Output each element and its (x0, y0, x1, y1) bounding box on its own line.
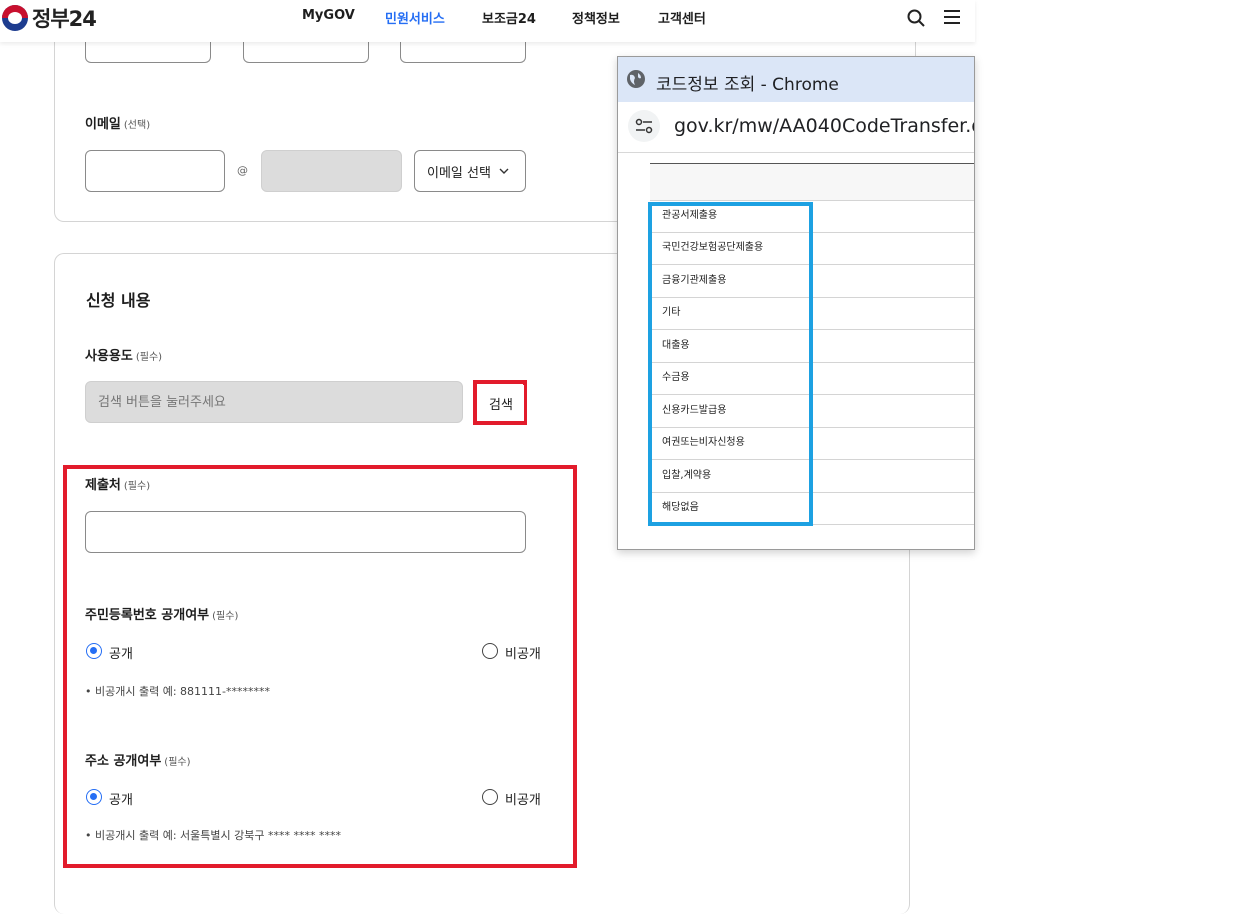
rrn-public-label: 공개 (109, 647, 133, 662)
usage-label: 사용용도 (필수) (85, 349, 163, 364)
email-domain-select[interactable]: 이메일 선택 (414, 150, 526, 192)
application-title: 신청 내용 (86, 291, 151, 310)
list-header (650, 163, 974, 201)
logo-text: 정부24 (32, 7, 97, 31)
rrn-private-radio[interactable] (482, 643, 498, 659)
popup-address-bar[interactable]: gov.kr/mw/AA040CodeTransfer.d (618, 102, 975, 153)
nav-civil-service[interactable]: 민원서비스 (385, 8, 445, 27)
address-public-label: 공개 (109, 793, 133, 808)
address-note: • 비공개시 출력 예: 서울특별시 강북구 **** **** **** (85, 829, 341, 842)
rrn-note: • 비공개시 출력 예: 881111-******** (85, 685, 270, 698)
nav-policy-info[interactable]: 정책정보 (572, 8, 620, 27)
chevron-down-icon (499, 168, 509, 174)
nav-subsidy24[interactable]: 보조금24 (482, 8, 536, 27)
destination-label: 제출처 (필수) (85, 478, 151, 493)
rrn-disclosure-label: 주민등록번호 공개여부 (필수) (85, 608, 239, 623)
usage-input[interactable] (85, 381, 463, 423)
address-disclosure-label: 주소 공개여부 (필수) (85, 754, 191, 769)
rrn-private-label: 비공개 (505, 647, 541, 662)
email-domain-input[interactable] (261, 150, 402, 192)
nav-mygov[interactable]: MyGOV (302, 8, 355, 23)
popup-url-text: gov.kr/mw/AA040CodeTransfer.d (674, 115, 975, 137)
email-id-input[interactable] (85, 150, 225, 192)
code-lookup-popup: 코드정보 조회 - Chrome gov.kr/mw/AA040CodeTran… (617, 56, 975, 550)
address-public-radio[interactable] (86, 789, 102, 805)
address-private-label: 비공개 (505, 793, 541, 808)
usage-search-button[interactable]: 검색 (478, 385, 524, 421)
taegeuk-logo-icon (2, 5, 28, 31)
site-header: 정부24 MyGOV 민원서비스 보조금24 정책정보 고객센터 (0, 0, 975, 42)
popup-title-text: 코드정보 조회 - Chrome (656, 75, 839, 95)
nav-customer-center[interactable]: 고객센터 (658, 8, 706, 27)
destination-input[interactable] (85, 511, 526, 553)
tune-icon (635, 118, 653, 134)
search-icon[interactable] (906, 8, 926, 28)
email-label: 이메일 (선택) (85, 117, 151, 132)
at-sign: @ (237, 164, 248, 177)
email-select-label: 이메일 선택 (427, 165, 491, 181)
address-private-radio[interactable] (482, 789, 498, 805)
site-logo[interactable]: 정부24 (2, 3, 97, 33)
site-settings-icon[interactable] (628, 110, 660, 142)
globe-icon (627, 70, 645, 88)
popup-titlebar[interactable]: 코드정보 조회 - Chrome (618, 57, 974, 102)
rrn-public-radio[interactable] (86, 643, 102, 659)
menu-icon[interactable] (943, 8, 961, 26)
list-items-highlight (648, 202, 813, 526)
